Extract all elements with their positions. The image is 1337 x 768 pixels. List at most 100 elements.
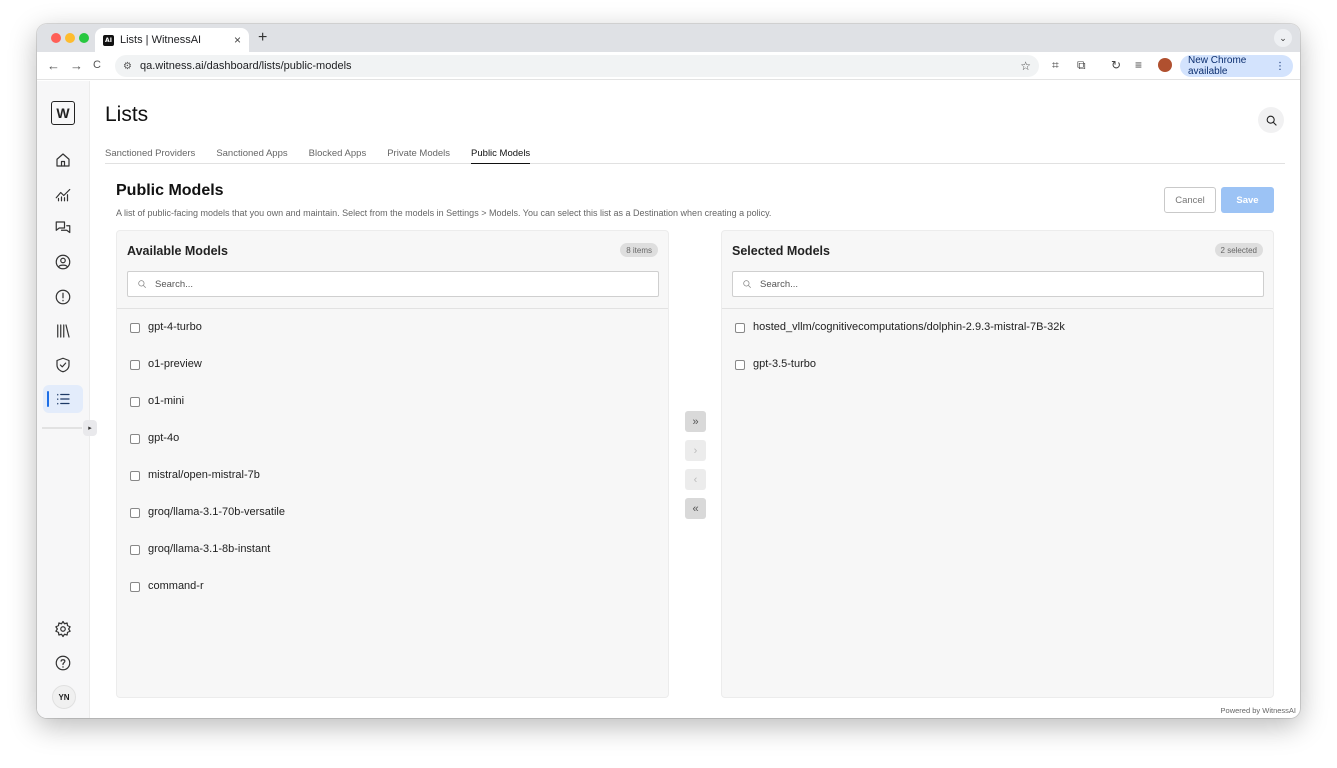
- item-label: o1-mini: [148, 395, 185, 407]
- sidebar-divider: [42, 427, 82, 429]
- item-checkbox[interactable]: [130, 545, 140, 555]
- gear-icon: [55, 620, 71, 638]
- list-item[interactable]: groq/llama-3.1-70b-versatile: [130, 506, 285, 543]
- list-item[interactable]: gpt-3.5-turbo: [735, 358, 1065, 395]
- profile-avatar[interactable]: [1158, 58, 1172, 72]
- available-panel-title: Available Models: [127, 244, 228, 258]
- sidebar-item-users[interactable]: [43, 248, 83, 276]
- list-item[interactable]: o1-preview: [130, 358, 285, 395]
- tab-public-models[interactable]: Public Models: [471, 143, 531, 164]
- app-area: W ▸ YN Lists Sanctioned Providers Sancti…: [37, 81, 1300, 718]
- url-text[interactable]: qa.witness.ai/dashboard/lists/public-mod…: [140, 60, 1020, 72]
- tab-private-models[interactable]: Private Models: [387, 143, 450, 164]
- chrome-update-label: New Chrome available: [1188, 55, 1247, 77]
- item-checkbox[interactable]: [130, 360, 140, 370]
- alert-icon: [55, 289, 71, 305]
- selected-search-box[interactable]: [732, 271, 1264, 297]
- selected-search-input[interactable]: [760, 278, 1240, 290]
- tab-blocked-apps[interactable]: Blocked Apps: [309, 143, 367, 164]
- list-item[interactable]: gpt-4-turbo: [130, 321, 285, 358]
- browser-window: AI Lists | WitnessAI × + ⌄ ← → C ⚙ qa.wi…: [37, 24, 1300, 718]
- tab-sanctioned-apps[interactable]: Sanctioned Apps: [216, 143, 287, 164]
- sidebar-item-home[interactable]: [43, 146, 83, 174]
- sidebar-item-settings[interactable]: [43, 615, 83, 643]
- tab-bar: AI Lists | WitnessAI × + ⌄: [37, 24, 1300, 52]
- selected-panel-header: Selected Models 2 selected: [722, 231, 1273, 309]
- item-label: groq/llama-3.1-8b-instant: [148, 543, 271, 555]
- item-label: command-r: [148, 580, 204, 592]
- selected-panel-title: Selected Models: [732, 244, 830, 258]
- address-bar[interactable]: ⚙ qa.witness.ai/dashboard/lists/public-m…: [115, 55, 1039, 77]
- sidebar-item-alerts[interactable]: [43, 283, 83, 311]
- maximize-window-button[interactable]: [79, 33, 89, 43]
- favicon-icon: AI: [103, 34, 114, 46]
- cancel-button[interactable]: Cancel: [1164, 187, 1216, 213]
- selected-models-list: hosted_vllm/cognitivecomputations/dolphi…: [735, 321, 1065, 395]
- reading-list-icon[interactable]: ≡: [1135, 58, 1142, 72]
- tab-sanctioned-providers[interactable]: Sanctioned Providers: [105, 143, 195, 164]
- tab-close-icon[interactable]: ×: [234, 33, 241, 47]
- user-circle-icon: [55, 254, 71, 270]
- sidebar-item-lists[interactable]: [43, 385, 83, 413]
- close-window-button[interactable]: [51, 33, 61, 43]
- app-logo[interactable]: W: [51, 101, 75, 125]
- section-description: A list of public-facing models that you …: [116, 208, 772, 218]
- list-item[interactable]: groq/llama-3.1-8b-instant: [130, 543, 285, 580]
- global-search-button[interactable]: [1258, 107, 1284, 133]
- search-icon: [743, 280, 752, 289]
- item-checkbox[interactable]: [130, 582, 140, 592]
- screenshot-icon[interactable]: ⌗: [1052, 58, 1059, 73]
- chrome-update-button[interactable]: New Chrome available ⋮: [1180, 55, 1293, 77]
- back-arrow-icon[interactable]: ←: [47, 58, 60, 73]
- available-count-badge: 8 items: [620, 243, 658, 257]
- new-tab-button[interactable]: +: [258, 29, 267, 47]
- item-checkbox[interactable]: [735, 323, 745, 333]
- extensions-icon[interactable]: ⧉: [1077, 58, 1086, 73]
- sidebar-item-policies[interactable]: [43, 351, 83, 379]
- search-icon: [138, 280, 147, 289]
- item-label: gpt-4-turbo: [148, 321, 202, 333]
- help-icon: [55, 655, 71, 671]
- sidebar-item-help[interactable]: [43, 649, 83, 677]
- reload-icon[interactable]: C: [93, 59, 101, 71]
- list-item[interactable]: gpt-4o: [130, 432, 285, 469]
- list-item[interactable]: o1-mini: [130, 395, 285, 432]
- move-left-button[interactable]: ‹: [685, 469, 706, 490]
- sidebar: W ▸ YN: [37, 81, 97, 718]
- item-checkbox[interactable]: [130, 323, 140, 333]
- powered-by-footer: Powered by WitnessAI: [1220, 706, 1296, 715]
- search-icon: [1266, 115, 1277, 126]
- move-right-button[interactable]: ›: [685, 440, 706, 461]
- item-checkbox[interactable]: [130, 434, 140, 444]
- minimize-window-button[interactable]: [65, 33, 75, 43]
- bookmark-star-icon[interactable]: ☆: [1020, 59, 1031, 73]
- more-menu-icon: ⋮: [1275, 60, 1285, 72]
- available-search-box[interactable]: [127, 271, 659, 297]
- list-item[interactable]: command-r: [130, 580, 285, 617]
- move-all-right-button[interactable]: »: [685, 411, 706, 432]
- item-checkbox[interactable]: [130, 508, 140, 518]
- browser-toolbar: ← → C ⚙ qa.witness.ai/dashboard/lists/pu…: [37, 52, 1300, 80]
- item-label: groq/llama-3.1-70b-versatile: [148, 506, 285, 518]
- sidebar-item-conversations[interactable]: [43, 214, 83, 242]
- selected-models-panel: Selected Models 2 selected hosted_vllm/c…: [721, 230, 1274, 698]
- user-avatar[interactable]: YN: [52, 685, 76, 709]
- move-all-left-button[interactable]: «: [685, 498, 706, 519]
- item-checkbox[interactable]: [130, 397, 140, 407]
- browser-tab[interactable]: AI Lists | WitnessAI ×: [95, 28, 249, 52]
- main-content: Lists Sanctioned Providers Sanctioned Ap…: [90, 81, 1300, 718]
- list-item[interactable]: mistral/open-mistral-7b: [130, 469, 285, 506]
- sidebar-item-library[interactable]: [43, 317, 83, 345]
- tab-search-dropdown-icon[interactable]: ⌄: [1274, 29, 1292, 47]
- available-search-input[interactable]: [155, 278, 635, 290]
- sidebar-item-analytics[interactable]: [43, 180, 83, 208]
- forward-arrow-icon[interactable]: →: [70, 58, 83, 73]
- save-button[interactable]: Save: [1221, 187, 1274, 213]
- site-info-icon[interactable]: ⚙: [123, 61, 132, 72]
- item-checkbox[interactable]: [735, 360, 745, 370]
- sync-icon[interactable]: ↻: [1111, 58, 1121, 72]
- list-item[interactable]: hosted_vllm/cognitivecomputations/dolphi…: [735, 321, 1065, 358]
- page-title: Lists: [105, 103, 149, 126]
- item-checkbox[interactable]: [130, 471, 140, 481]
- home-icon: [56, 153, 70, 167]
